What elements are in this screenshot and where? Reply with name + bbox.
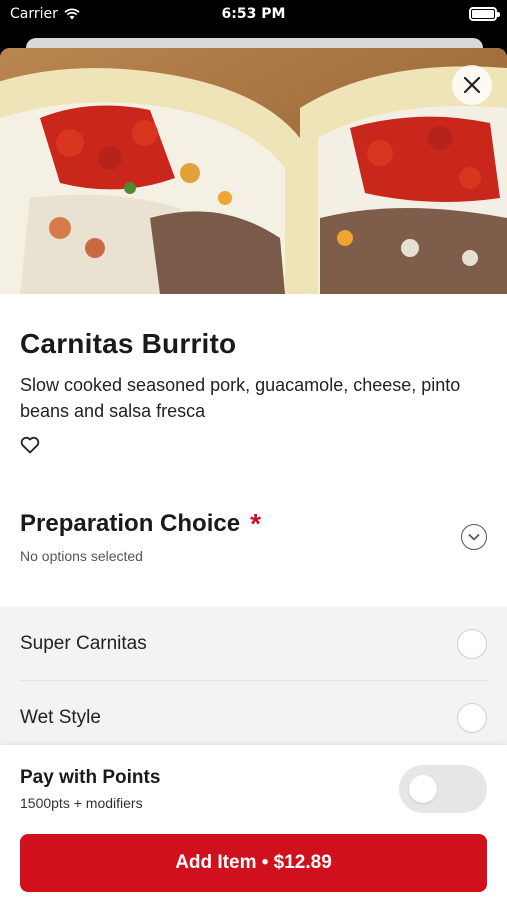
status-time: 6:53 PM [221,6,286,22]
preparation-title: Preparation Choice [20,510,241,537]
radio-button[interactable] [457,703,487,733]
item-hero-image [0,48,507,294]
battery-icon [469,7,500,21]
burrito-photo-icon [0,48,507,294]
preparation-status: No options selected [20,548,143,564]
item-info: Carnitas Burrito Slow cooked seasoned po… [0,328,507,454]
pay-with-points-toggle[interactable] [399,765,487,813]
close-icon [463,76,481,94]
points-cost: 1500pts + modifiers [20,795,143,811]
option-super-carnitas[interactable]: Super Carnitas [20,607,487,681]
close-button[interactable] [452,65,492,105]
item-detail-sheet: Carnitas Burrito Slow cooked seasoned po… [0,48,507,900]
toggle-knob [409,775,437,803]
preparation-options: Super Carnitas Wet Style [0,607,507,767]
preparation-choice-header[interactable]: Preparation Choice * No options selected [0,510,507,582]
required-marker: * [250,508,261,539]
chevron-down-icon[interactable] [461,524,487,550]
item-description: Slow cooked seasoned pork, guacamole, ch… [20,375,461,421]
item-title: Carnitas Burrito [20,328,237,359]
heart-outline-icon[interactable] [20,436,40,454]
order-footer: Pay with Points 1500pts + modifiers Add … [0,745,507,900]
status-bar: Carrier 6:53 PM [0,0,507,30]
pay-with-points-label: Pay with Points [20,767,161,788]
option-wet-style[interactable]: Wet Style [20,681,487,755]
radio-button[interactable] [457,628,487,659]
add-item-button[interactable]: Add Item • $12.89 [20,834,487,892]
option-label: Wet Style [20,707,101,728]
option-label: Super Carnitas [20,632,147,654]
